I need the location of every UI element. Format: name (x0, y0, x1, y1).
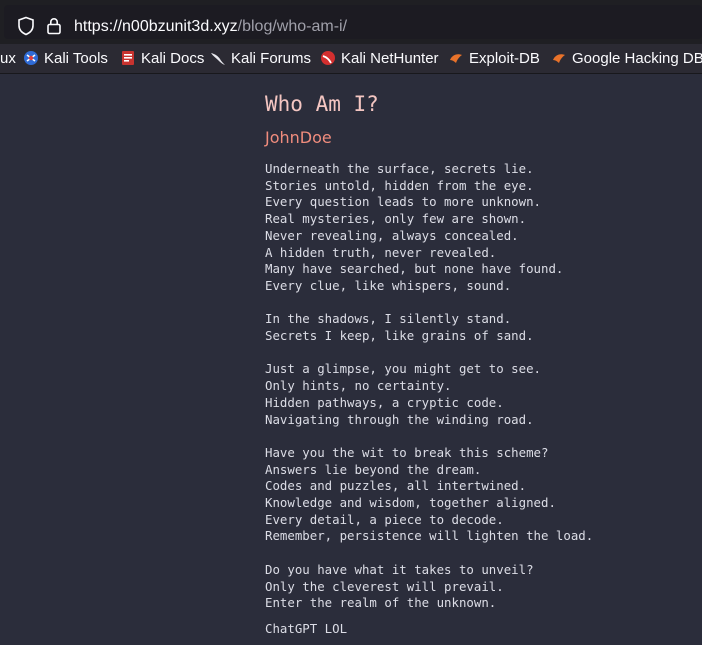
url-text[interactable]: https://n00bzunit3d.xyz/blog/who-am-i/ (74, 17, 347, 37)
bookmark-kali-forums[interactable]: Kali Forums (210, 49, 311, 69)
poem-line: Every clue, like whispers, sound. (265, 277, 512, 293)
poem-line: Hidden pathways, a cryptic code. (265, 394, 504, 410)
bookmark-exploit-db[interactable]: Exploit-DB (448, 49, 540, 69)
bookmark-label: Kali Tools (44, 50, 108, 67)
kali-docs-icon (122, 51, 134, 65)
bookmark-kali-nethunter[interactable]: Kali NetHunter (320, 49, 439, 69)
url-path: /blog/who-am-i/ (237, 18, 348, 35)
poem-line: Never revealing, always concealed. (265, 227, 519, 243)
post-title: Who Am I? (265, 92, 379, 116)
poem-line: Knowledge and wisdom, together aligned. (265, 495, 556, 511)
post-footer-note: ChatGPT LOL (265, 620, 348, 636)
page-content: Who Am I? JohnDoe Underneath the surface… (0, 74, 702, 645)
poem-line: Enter the realm of the unknown. (265, 595, 497, 611)
poem-line: Answers lie beyond the dream. (265, 461, 482, 477)
url-host: https://n00bzunit3d.xyz (74, 18, 238, 35)
kali-dragon-icon (211, 53, 225, 65)
exploit-db-icon (450, 54, 462, 63)
poem-line: Stories untold, hidden from the eye. (265, 177, 534, 193)
poem-line: A hidden truth, never revealed. (265, 244, 497, 260)
stanza: Underneath the surface, secrets lie. Sto… (265, 161, 702, 295)
poem-line: Real mysteries, only few are shown. (265, 211, 527, 227)
lock-icon[interactable] (46, 16, 62, 36)
poem-line: Only the cleverest will prevail. (265, 578, 504, 594)
poem-line: Only hints, no certainty. (265, 378, 452, 394)
bookmark-truncated[interactable]: ux (0, 49, 16, 69)
bookmark-kali-docs[interactable]: Kali Docs (120, 49, 204, 69)
post-author: JohnDoe (265, 128, 332, 147)
poem-line: Have you the wit to break this scheme? (265, 444, 549, 460)
poem-line: Just a glimpse, you might get to see. (265, 361, 542, 377)
shield-icon[interactable] (17, 16, 35, 36)
blog-post: Who Am I? JohnDoe Underneath the surface… (265, 90, 702, 637)
bookmarks-toolbar: ux Kali Tools Kali Docs Kali Forums Kali… (0, 44, 702, 74)
poem-line: Secrets I keep, like grains of sand. (265, 328, 534, 344)
poem-line: Codes and puzzles, all intertwined. (265, 478, 527, 494)
bookmark-kali-tools[interactable]: Kali Tools (23, 49, 108, 69)
bookmark-label: Kali Forums (231, 50, 312, 67)
poem-line: Navigating through the winding road. (265, 411, 534, 427)
poem-line: Every detail, a piece to decode. (265, 511, 504, 527)
exploit-db-icon (553, 54, 565, 63)
poem-line: Remember, persistence will lighten the l… (265, 528, 594, 544)
stanza: Have you the wit to break this scheme? A… (265, 445, 702, 545)
poem: Underneath the surface, secrets lie. Sto… (265, 161, 702, 612)
browser-toolbar: https://n00bzunit3d.xyz/blog/who-am-i/ (0, 0, 702, 44)
bookmark-label: Kali NetHunter (341, 50, 439, 67)
stanza: Do you have what it takes to unveil? Onl… (265, 562, 702, 612)
kali-tools-icon (24, 51, 38, 65)
poem-line: In the shadows, I silently stand. (265, 311, 512, 327)
bookmark-label: ux (0, 50, 16, 67)
bookmark-label: Exploit-DB (469, 50, 540, 67)
poem-line: Every question leads to more unknown. (265, 194, 542, 210)
bookmark-label: Google Hacking DB (572, 50, 702, 67)
poem-line: Underneath the surface, secrets lie. (265, 161, 534, 176)
bookmark-google-hacking-db[interactable]: Google Hacking DB (551, 49, 702, 69)
stanza: In the shadows, I silently stand. Secret… (265, 311, 702, 344)
poem-line: Many have searched, but none have found. (265, 261, 564, 277)
stanza: Just a glimpse, you might get to see. On… (265, 361, 702, 428)
bookmark-label: Kali Docs (141, 50, 205, 67)
nethunter-icon (321, 51, 335, 65)
url-bar[interactable]: https://n00bzunit3d.xyz/blog/who-am-i/ (4, 5, 702, 39)
poem-line: Do you have what it takes to unveil? (265, 561, 534, 577)
